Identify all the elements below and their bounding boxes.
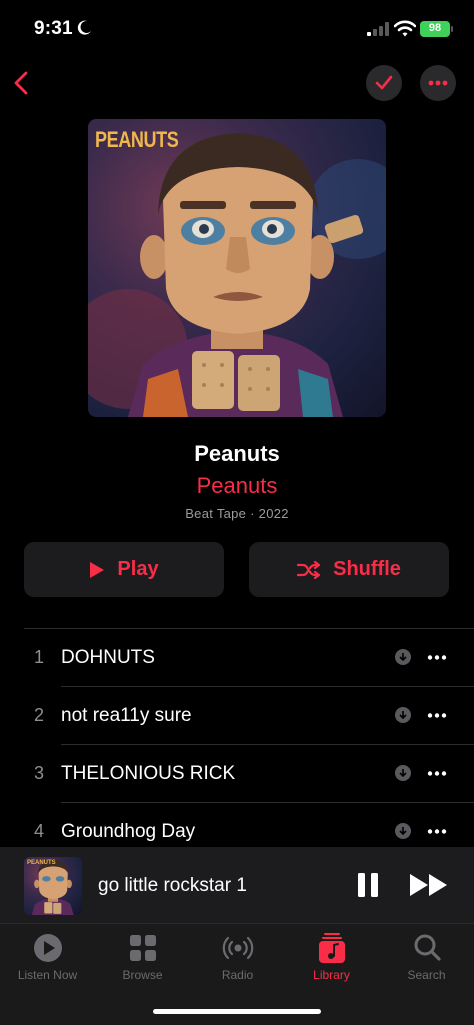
ellipsis-icon bbox=[427, 654, 447, 660]
grid-icon bbox=[129, 935, 156, 961]
more-options-button[interactable] bbox=[420, 65, 456, 101]
artwork-title-text: PEANUTS bbox=[95, 127, 179, 152]
track-row[interactable]: 3 THELONIOUS RICK bbox=[0, 745, 474, 803]
tab-library[interactable]: Library bbox=[284, 932, 379, 992]
battery-percent: 98 bbox=[428, 22, 442, 34]
ellipsis-icon bbox=[428, 80, 448, 86]
tab-label: Search bbox=[407, 968, 446, 982]
track-title: Groundhog Day bbox=[61, 821, 196, 842]
tab-label: Library bbox=[313, 968, 350, 982]
mini-player[interactable]: PEANUTS go little rockstar 1 bbox=[0, 847, 474, 923]
search-icon bbox=[414, 934, 441, 961]
mini-player-artwork: PEANUTS bbox=[24, 857, 82, 915]
radio-icon bbox=[222, 936, 253, 960]
track-more-button[interactable] bbox=[424, 822, 450, 840]
track-more-button[interactable] bbox=[424, 648, 450, 666]
pause-icon[interactable] bbox=[354, 871, 382, 899]
added-to-library-button[interactable] bbox=[366, 65, 402, 101]
ellipsis-icon bbox=[427, 828, 447, 834]
shuffle-button[interactable]: Shuffle bbox=[249, 542, 449, 597]
moon-icon bbox=[77, 20, 91, 35]
track-row[interactable]: 1 DOHNUTS bbox=[0, 629, 474, 687]
album-title: Peanuts bbox=[194, 441, 280, 466]
play-circle-icon bbox=[33, 934, 62, 962]
ellipsis-icon bbox=[427, 712, 447, 718]
signal-icon bbox=[367, 22, 389, 36]
mini-artwork-title-text: PEANUTS bbox=[27, 860, 56, 866]
status-bar: 9:31 98 bbox=[0, 0, 474, 60]
battery-tip bbox=[451, 26, 453, 32]
album-artwork-image bbox=[88, 133, 386, 417]
album-artist-link[interactable]: Peanuts bbox=[0, 473, 474, 499]
ellipsis-icon bbox=[427, 770, 447, 776]
battery-indicator: 98 bbox=[420, 21, 454, 37]
play-label: Play bbox=[117, 558, 159, 580]
track-number: 2 bbox=[33, 705, 44, 725]
checkmark-icon bbox=[375, 75, 393, 90]
track-row[interactable]: 2 not rea11y sure bbox=[0, 687, 474, 745]
track-title: DOHNUTS bbox=[61, 647, 155, 668]
downloaded-icon bbox=[395, 707, 411, 723]
back-button[interactable] bbox=[6, 66, 36, 100]
tab-label: Radio bbox=[221, 968, 254, 982]
track-title: not rea11y sure bbox=[61, 705, 192, 726]
album-artwork: PEANUTS bbox=[88, 119, 386, 417]
chevron-left-icon bbox=[14, 71, 28, 95]
track-more-button[interactable] bbox=[424, 764, 450, 782]
music-note-icon bbox=[318, 933, 345, 963]
downloaded-icon bbox=[395, 765, 411, 781]
now-playing-title: go little rockstar 1 bbox=[98, 875, 247, 896]
shuffle-icon bbox=[297, 560, 321, 579]
track-number: 3 bbox=[33, 763, 44, 783]
tab-search[interactable]: Search bbox=[379, 932, 474, 992]
track-number: 1 bbox=[33, 647, 44, 667]
tab-label: Browse bbox=[122, 968, 163, 982]
downloaded-icon bbox=[395, 649, 411, 665]
track-more-button[interactable] bbox=[424, 706, 450, 724]
tab-radio[interactable]: Radio bbox=[190, 932, 285, 992]
track-number: 4 bbox=[33, 821, 44, 841]
fast-forward-icon[interactable] bbox=[408, 871, 452, 899]
downloaded-icon bbox=[395, 823, 411, 839]
tab-label: Listen Now bbox=[17, 968, 78, 982]
status-time: 9:31 bbox=[34, 18, 73, 39]
shuffle-label: Shuffle bbox=[333, 558, 401, 580]
tab-browse[interactable]: Browse bbox=[95, 932, 190, 992]
track-title: THELONIOUS RICK bbox=[61, 763, 236, 784]
play-icon bbox=[90, 561, 105, 578]
album-meta: Beat Tape · 2022 bbox=[185, 506, 289, 521]
wifi-icon bbox=[394, 20, 416, 37]
home-indicator bbox=[153, 1009, 321, 1014]
play-button[interactable]: Play bbox=[24, 542, 224, 597]
tab-listen-now[interactable]: Listen Now bbox=[0, 932, 95, 992]
